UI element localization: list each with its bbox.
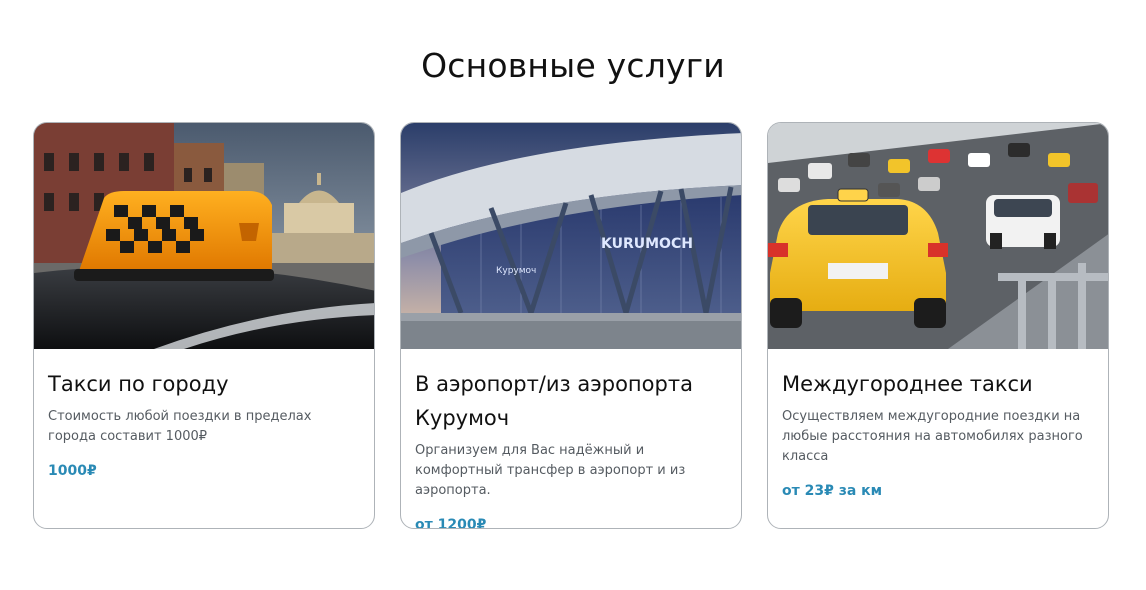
intercity-taxi-image	[768, 123, 1108, 349]
card-price: 1000₽	[48, 463, 97, 479]
card-price: от 23₽ за км	[782, 483, 883, 499]
service-card-intercity[interactable]: Междугороднее такси Осуществляем междуго…	[767, 122, 1109, 529]
airport-sign-small: Курумоч	[496, 266, 536, 276]
airport-sign: KURUMOCH	[601, 236, 693, 252]
city-taxi-image	[34, 123, 374, 349]
card-description: Стоимость любой поездки в пределах город…	[48, 409, 312, 444]
service-card-airport[interactable]: KURUMOCH Курумоч В аэропорт/из аэропорта…	[400, 122, 742, 529]
airport-image: KURUMOCH Курумоч	[401, 123, 741, 349]
card-price: от 1200₽	[415, 517, 487, 529]
card-title: В аэропорт/из аэропорта Курумоч	[415, 372, 693, 430]
card-title: Такси по городу	[48, 372, 229, 396]
card-description: Организуем для Вас надёжный и комфортный…	[415, 443, 686, 498]
card-title: Междугороднее такси	[782, 372, 1033, 396]
section-title: Основные услуги	[421, 46, 725, 85]
service-card-city[interactable]: Такси по городу Стоимость любой поездки …	[33, 122, 375, 529]
card-description: Осуществляем междугородние поездки на лю…	[782, 409, 1083, 464]
